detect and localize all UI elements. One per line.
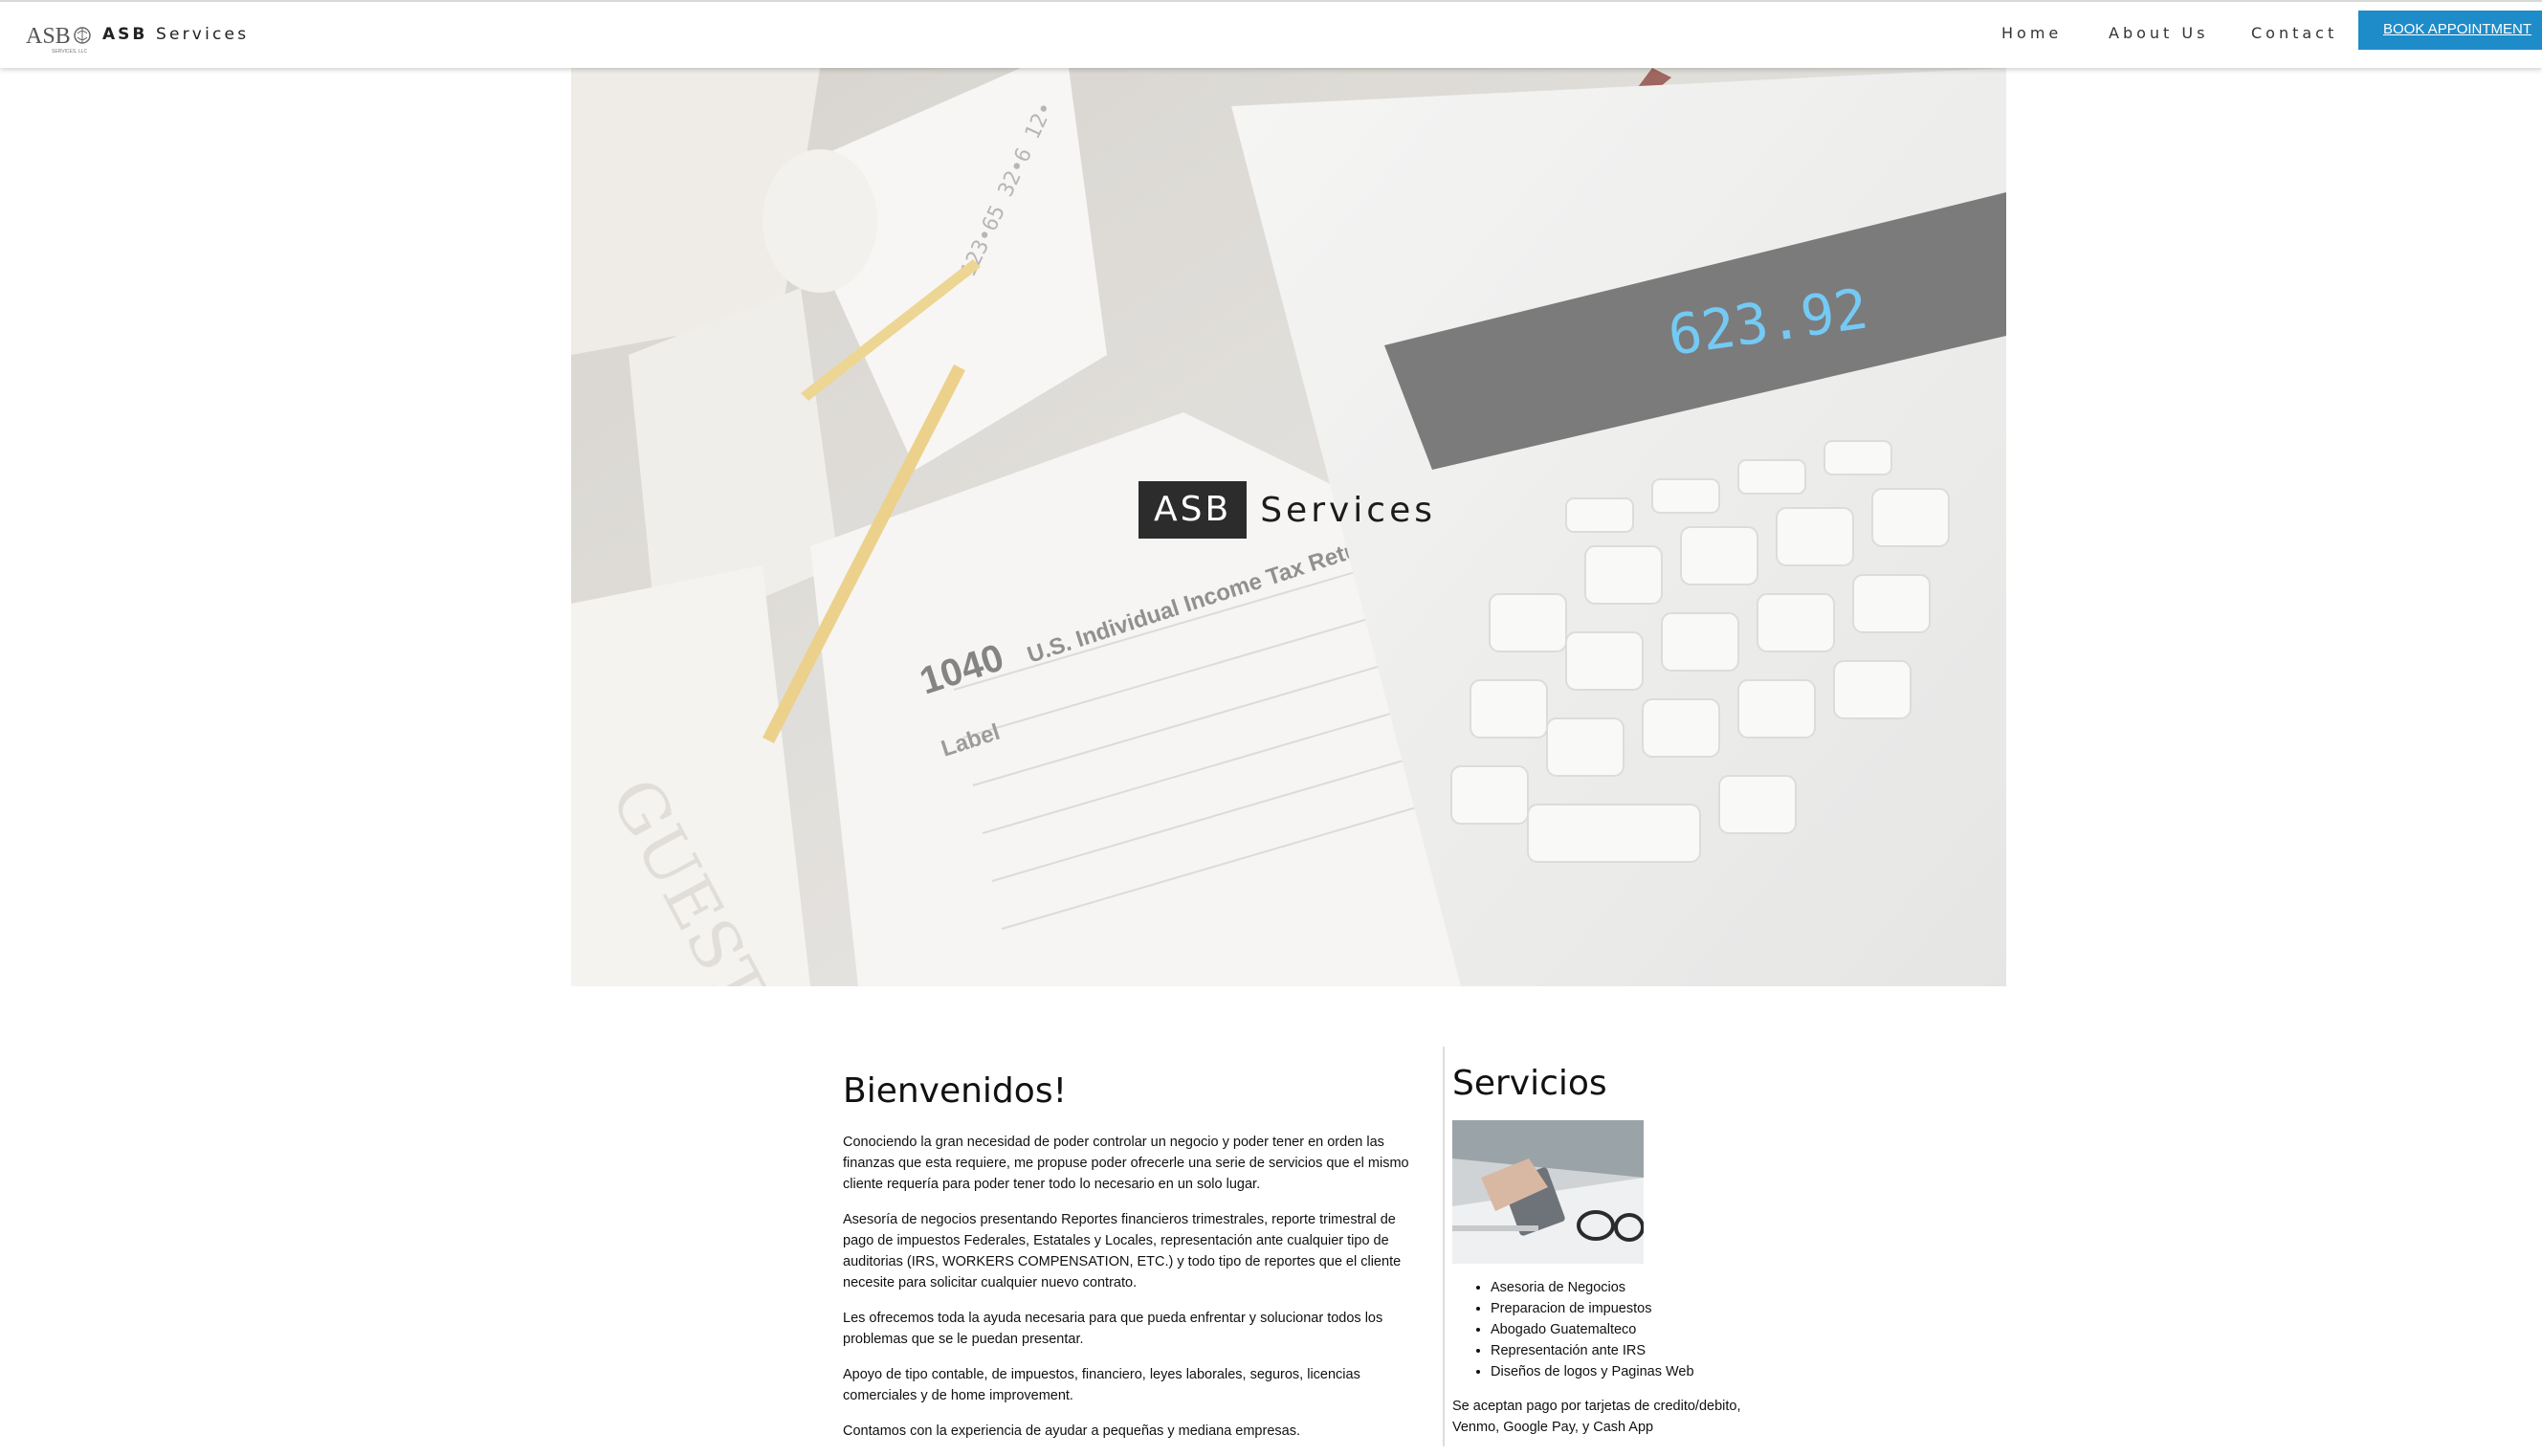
list-item: Representación ante IRS [1491,1340,1778,1361]
nav-contact[interactable]: Contact [2251,24,2337,42]
payment-note: Se aceptan pago por tarjetas de credito/… [1452,1399,1741,1435]
svg-text:ASB: ASB [26,24,71,49]
book-appointment-button[interactable]: BOOK APPOINTMENT [2358,11,2542,50]
site-header: ASB SERVICES, LLC ASB Services Home Abou… [0,0,2542,68]
list-item: Abogado Guatemalteco [1491,1319,1778,1340]
nav-home[interactable]: Home [2001,24,2062,42]
welcome-paragraph: Asesoría de negocios presentando Reporte… [843,1212,1402,1291]
hero-title-rest: Services [1260,490,1436,530]
welcome-title: Bienvenidos! [843,1071,1067,1111]
welcome-paragraph: Les ofrecemos toda la ayuda necesaria pa… [843,1311,1383,1347]
hero-title: ASB Services [1138,481,1436,539]
welcome-paragraph: Contamos con la experiencia de ayudar a … [843,1423,1300,1439]
asb-logo[interactable]: ASB SERVICES, LLC [25,20,92,55]
welcome-paragraph: Apoyo de tipo contable, de impuestos, fi… [843,1367,1360,1403]
list-item: Diseños de logos y Paginas Web [1491,1361,1778,1382]
list-item: Asesoria de Negocios [1491,1277,1778,1298]
hero-banner: GUEST CHECK 123•65 32•6 12• 1040 U.S. In… [571,68,2006,986]
services-section: Servicios Asesoria de Negocios Preparaci… [1452,1064,1778,1438]
hero-title-boxed: ASB [1138,481,1248,539]
nav-about-us[interactable]: About Us [2109,24,2208,42]
welcome-section: Bienvenidos! Conociendo la gran necesida… [843,1071,1417,1456]
services-list: Asesoria de Negocios Preparacion de impu… [1452,1277,1778,1382]
site-brand[interactable]: ASB Services [102,25,249,44]
services-photo-accountant [1452,1120,1644,1264]
welcome-paragraph: Conociendo la gran necesidad de poder co… [843,1135,1409,1192]
list-item: Preparacion de impuestos [1491,1298,1778,1319]
services-title: Servicios [1452,1064,1607,1103]
column-divider [1443,1047,1445,1446]
brand-rest: Services [155,25,250,44]
brand-bold: ASB [102,25,148,44]
svg-text:SERVICES, LLC: SERVICES, LLC [52,49,88,55]
